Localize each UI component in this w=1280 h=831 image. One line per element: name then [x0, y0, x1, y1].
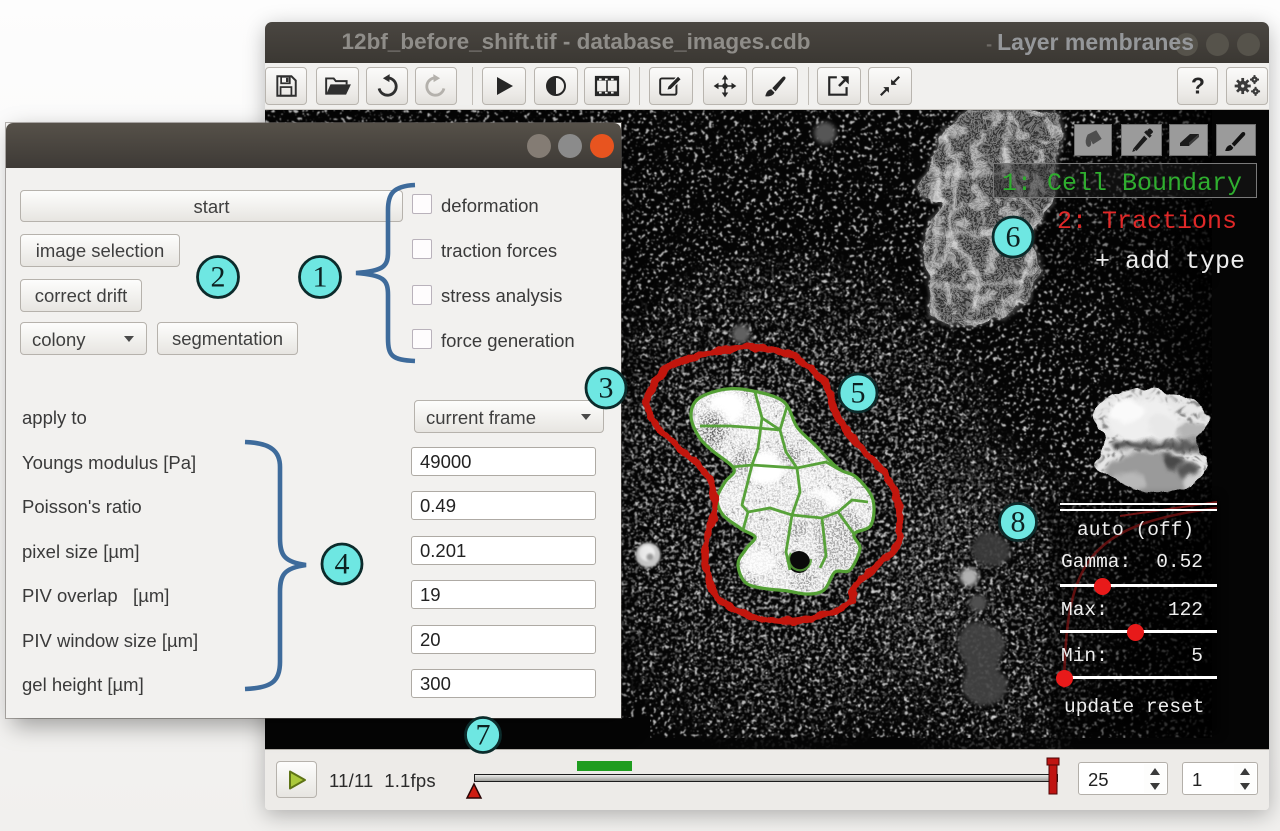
svg-text:?: ?: [1191, 73, 1205, 99]
